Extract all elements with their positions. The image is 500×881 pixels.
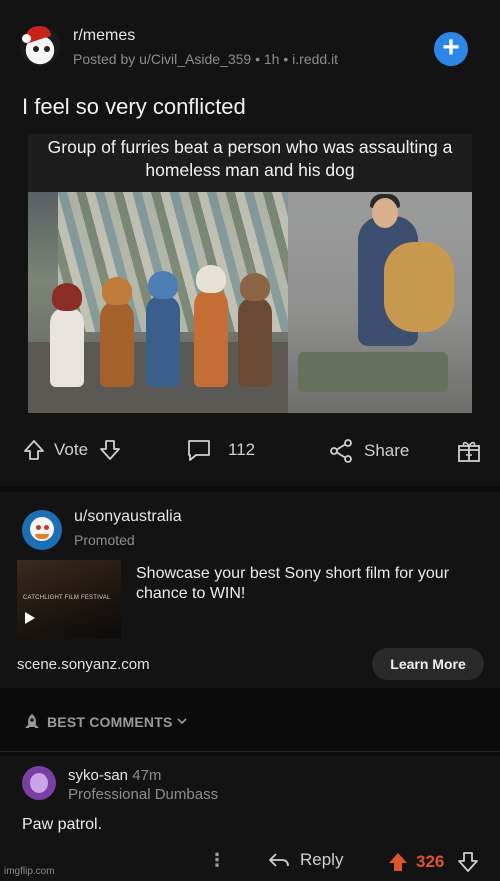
divider bbox=[0, 751, 500, 752]
reply-arrow-icon bbox=[269, 853, 289, 867]
more-options-icon[interactable]: ⋮ bbox=[208, 850, 226, 871]
comment-body: Paw patrol. bbox=[22, 816, 103, 833]
image-caption: Group of furries beat a person who was a… bbox=[47, 137, 453, 180]
chevron-down-icon bbox=[177, 718, 187, 725]
post-image[interactable]: Group of furries beat a person who was a… bbox=[28, 134, 472, 413]
reply-button[interactable]: Reply bbox=[268, 850, 343, 870]
thumbnail-text: CATCHLIGHT FILM FESTIVAL bbox=[23, 595, 111, 601]
comment-author[interactable]: syko-san bbox=[68, 767, 128, 784]
gift-award-icon bbox=[458, 441, 480, 462]
avatar-eye bbox=[44, 46, 50, 52]
imgflip-watermark: imgflip.com bbox=[4, 866, 55, 877]
downvote-icon[interactable] bbox=[98, 438, 122, 462]
ad-headline[interactable]: Showcase your best Sony short film for y… bbox=[136, 564, 476, 604]
ad-video-thumbnail[interactable]: CATCHLIGHT FILM FESTIVAL bbox=[17, 560, 121, 638]
post-meta: Posted by u/Civil_Aside_359 • 1h • i.red… bbox=[73, 51, 339, 67]
advertiser-avatar[interactable] bbox=[22, 510, 62, 550]
sort-label: BEST COMMENTS bbox=[47, 714, 173, 730]
avatar-eye bbox=[33, 46, 39, 52]
avatar-eye bbox=[44, 525, 49, 530]
man-head bbox=[372, 198, 398, 228]
comment-bubble-icon bbox=[188, 440, 210, 461]
user-flair: Professional Dumbass bbox=[68, 786, 219, 803]
plus-icon: + bbox=[442, 31, 460, 64]
comment-score: 326 bbox=[416, 852, 445, 871]
upvote-icon[interactable] bbox=[22, 438, 46, 462]
comment-time: 47m bbox=[132, 767, 162, 784]
furry-costume bbox=[100, 277, 134, 387]
vote-label: Vote bbox=[54, 440, 89, 459]
ad-domain[interactable]: scene.sonyanz.com bbox=[17, 656, 150, 673]
post-action-bar: Vote 112 Share bbox=[0, 430, 500, 474]
avatar-eye bbox=[36, 525, 41, 530]
comments-count: 112 bbox=[228, 440, 256, 459]
promoted-label: Promoted bbox=[74, 532, 135, 548]
dog-figure bbox=[384, 242, 454, 332]
promoted-ad-card[interactable]: u/sonyaustralia Promoted CATCHLIGHT FILM… bbox=[0, 492, 500, 688]
vote-control: Vote bbox=[22, 438, 122, 462]
learn-more-button[interactable]: Learn More bbox=[372, 648, 484, 680]
award-button[interactable] bbox=[456, 438, 482, 464]
commenter-avatar[interactable] bbox=[22, 766, 56, 800]
comment-sort-bar[interactable]: BEST COMMENTS bbox=[0, 704, 500, 738]
furry-costume bbox=[194, 265, 228, 387]
avatar-face bbox=[30, 773, 48, 793]
subreddit-name[interactable]: r/memes bbox=[73, 27, 135, 45]
downvote-icon[interactable] bbox=[456, 850, 480, 874]
rocket-icon bbox=[25, 714, 39, 728]
furry-costume bbox=[238, 273, 272, 387]
reply-label: Reply bbox=[300, 850, 344, 869]
subreddit-avatar[interactable] bbox=[20, 26, 60, 66]
comment-author-line[interactable]: syko-san 47m bbox=[68, 767, 161, 784]
upvote-icon[interactable] bbox=[386, 850, 410, 874]
advertiser-name[interactable]: u/sonyaustralia bbox=[74, 508, 182, 526]
hat-pom bbox=[22, 34, 31, 43]
homeless-man-photo bbox=[288, 192, 472, 413]
share-icon bbox=[330, 439, 352, 463]
play-icon bbox=[25, 612, 35, 624]
comment: syko-san 47m Professional Dumbass Paw pa… bbox=[0, 756, 500, 881]
join-button[interactable]: + bbox=[434, 32, 468, 66]
share-button[interactable]: Share bbox=[328, 438, 409, 464]
post-title[interactable]: I feel so very conflicted bbox=[22, 94, 246, 120]
comments-button[interactable]: 112 bbox=[186, 438, 255, 462]
share-label: Share bbox=[364, 441, 410, 460]
furries-photo bbox=[28, 192, 288, 413]
furry-costume bbox=[146, 271, 180, 387]
blanket bbox=[298, 352, 448, 392]
post-header: r/memes Posted by u/Civil_Aside_359 • 1h… bbox=[18, 22, 482, 72]
post-card: r/memes Posted by u/Civil_Aside_359 • 1h… bbox=[0, 0, 500, 486]
furry-costume bbox=[50, 283, 84, 387]
